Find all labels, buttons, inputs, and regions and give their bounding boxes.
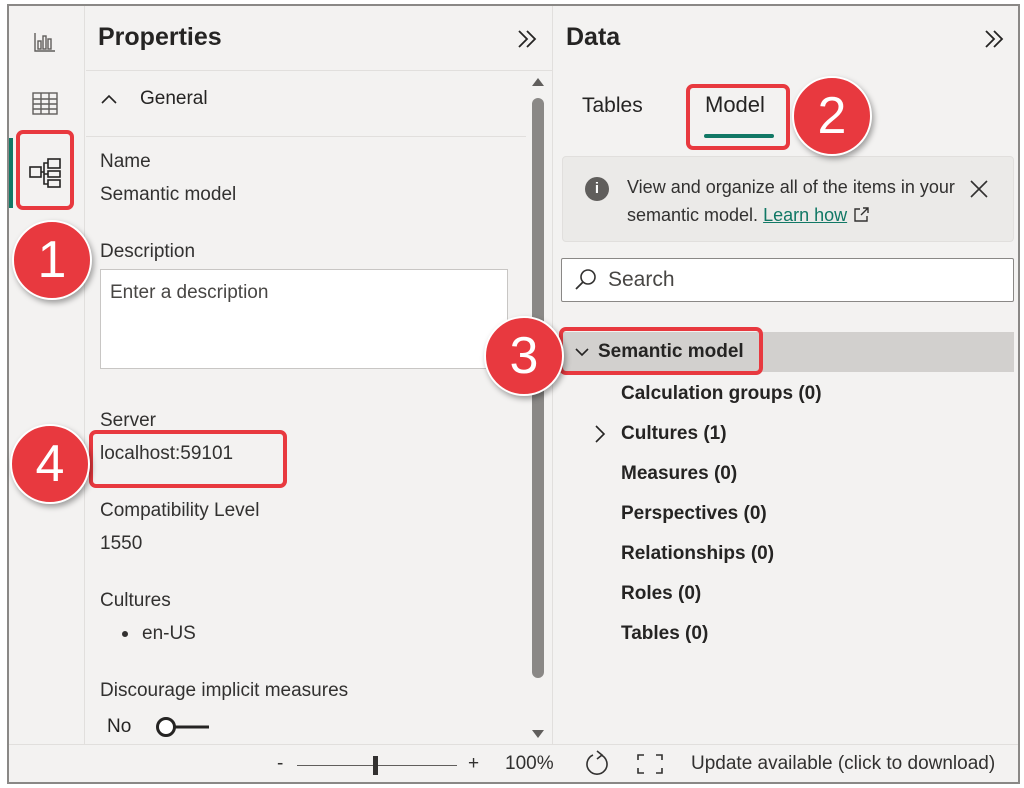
tab-tables[interactable]: Tables (582, 94, 643, 118)
double-chevron-right-icon (985, 30, 1004, 48)
table-view-icon (32, 92, 58, 115)
external-link-icon[interactable] (852, 206, 870, 224)
compatibility-value: 1550 (100, 533, 143, 554)
table-view-button[interactable] (23, 82, 67, 126)
status-bar: - + 100% Update available (click to down… (9, 744, 1018, 782)
data-title: Data (566, 23, 621, 51)
collapse-data-button[interactable] (979, 24, 1009, 54)
general-section-toggle[interactable]: General (100, 88, 208, 110)
learn-how-link[interactable]: Learn how (763, 205, 847, 225)
search-input[interactable] (608, 268, 988, 292)
highlight-model-view (16, 130, 74, 210)
divider (86, 136, 526, 137)
expand-cultures-button[interactable] (592, 424, 608, 444)
bullet-icon (122, 631, 128, 637)
report-view-button[interactable] (23, 20, 67, 64)
culture-list-item: en-US (122, 623, 196, 645)
name-value: Semantic model (100, 184, 237, 205)
fit-to-page-icon[interactable] (636, 753, 664, 775)
annotation-badge-4: 4 (10, 424, 90, 504)
culture-value: en-US (142, 623, 196, 644)
scroll-up-icon[interactable] (529, 74, 547, 90)
tree-item-relationships[interactable]: Relationships (0) (621, 543, 774, 565)
cultures-label: Cultures (100, 590, 171, 611)
close-icon (970, 180, 988, 198)
toggle-off-icon[interactable] (155, 716, 211, 738)
tree-item-tables[interactable]: Tables (0) (621, 623, 708, 645)
annotation-badge-3: 3 (484, 316, 564, 396)
tree-item-measures[interactable]: Measures (0) (621, 463, 737, 485)
properties-scrollbar[interactable] (529, 74, 547, 744)
tree-item-calculation-groups[interactable]: Calculation groups (0) (621, 383, 822, 405)
info-text: View and organize all of the items in yo… (627, 173, 957, 229)
search-icon (575, 269, 596, 290)
search-box[interactable] (561, 258, 1014, 302)
highlight-server (89, 430, 287, 488)
properties-title: Properties (98, 23, 222, 51)
zoom-in-button[interactable]: + (468, 753, 479, 775)
zoom-slider-thumb[interactable] (373, 756, 378, 775)
implicit-measures-toggle-row: No (107, 716, 211, 738)
annotation-badge-1: 1 (12, 220, 92, 300)
compatibility-label: Compatibility Level (100, 500, 260, 521)
dismiss-info-button[interactable] (965, 175, 993, 203)
reset-icon[interactable] (583, 750, 611, 778)
zoom-out-button[interactable]: - (277, 753, 283, 775)
properties-pane: Properties General Name Semantic model D… (86, 6, 553, 744)
annotation-badge-2: 2 (792, 76, 872, 156)
active-view-indicator (9, 138, 13, 208)
name-label: Name (100, 151, 151, 172)
description-label: Description (100, 241, 196, 262)
info-banner: i View and organize all of the items in … (562, 156, 1014, 242)
info-icon: i (585, 177, 609, 201)
scroll-down-icon[interactable] (529, 726, 547, 742)
tree-item-roles[interactable]: Roles (0) (621, 583, 701, 605)
tree-item-cultures[interactable]: Cultures (1) (621, 423, 727, 445)
view-rail (9, 6, 85, 744)
highlight-model-tab (686, 84, 790, 150)
zoom-level: 100% (505, 753, 554, 774)
double-chevron-right-icon (518, 30, 537, 48)
implicit-measures-label: Discourage implicit measures (100, 680, 349, 701)
divider (86, 70, 553, 71)
implicit-measures-value: No (107, 716, 132, 737)
chevron-right-icon (595, 425, 606, 443)
general-section-label: General (140, 88, 208, 109)
chevron-up-icon (101, 94, 117, 104)
description-input[interactable]: Enter a description (100, 269, 508, 369)
server-label: Server (100, 410, 156, 431)
update-available-link[interactable]: Update available (click to download) (691, 753, 995, 775)
highlight-semantic-model (559, 327, 763, 375)
report-view-icon (34, 33, 55, 52)
collapse-properties-button[interactable] (512, 24, 542, 54)
tree-item-perspectives[interactable]: Perspectives (0) (621, 503, 767, 525)
